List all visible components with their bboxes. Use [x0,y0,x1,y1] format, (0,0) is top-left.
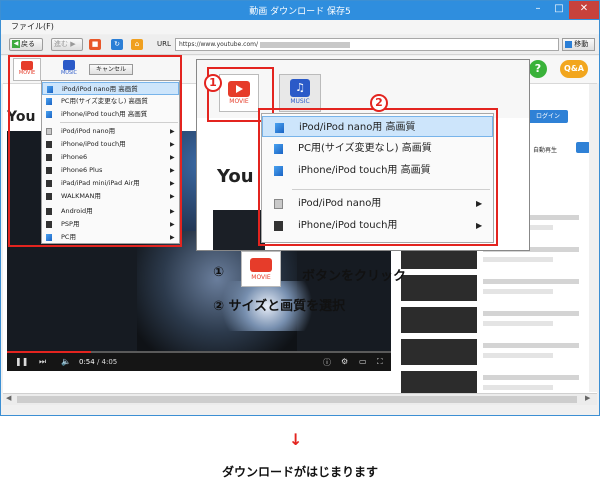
footer-text: ダウンロードがはじまります [221,465,378,479]
instruction-movie-button: MOVIE [241,251,281,287]
vertical-scrollbar[interactable] [589,84,597,392]
scroll-right-icon[interactable]: ▶ [585,394,590,402]
movie-icon [250,258,272,272]
zoom-site-logo: You [217,166,254,187]
back-arrow-icon: ◀ [12,40,20,48]
fullscreen-icon[interactable]: ⛶ [377,357,383,367]
settings-icon[interactable]: ⚙ [341,357,348,366]
pause-icon[interactable]: ❚❚ [15,357,28,366]
time-current: 0:54 [79,358,95,366]
thumbnail [401,339,477,365]
login-button[interactable]: ログイン [528,110,568,123]
theater-icon[interactable]: ▭ [359,357,367,366]
title-line [483,311,579,316]
music-button-zoomed[interactable]: ♫ MUSIC [279,74,321,112]
maximize-icon: □ [554,3,564,14]
autoplay-toggle[interactable] [576,142,590,153]
back-label: 戻る [21,40,35,48]
volume-icon[interactable]: 🔈 [61,357,71,366]
meta-line [483,289,553,294]
meta-line [483,321,553,326]
music-label: MUSIC [290,98,310,105]
help-icon[interactable]: ? [529,60,547,78]
title-line [483,343,579,348]
go-button[interactable]: 移動 [562,38,595,51]
menu-bar: ファイル(F) [1,20,599,34]
movie-label: MOVIE [251,274,271,281]
nav-bar: ◀ 戻る 進む ▶ ■ ↻ ⌂ URL https://www.youtube.c… [1,35,599,55]
step-2-text: ② サイズと画質を選択 [213,299,346,314]
thumbnail [401,307,477,333]
url-input[interactable]: https://www.youtube.com/ [175,38,559,51]
down-arrow-icon: ↓ [289,430,303,449]
horizontal-scrollbar[interactable]: ◀ ▶ [3,393,597,405]
step-1-number: ① [213,265,225,280]
minimize-button[interactable]: – [527,1,549,19]
qa-icon[interactable]: Q&A [560,60,588,78]
menu-file[interactable]: ファイル(F) [11,21,54,32]
url-value: https://www.youtube.com/ [179,41,259,48]
meta-line [483,385,553,390]
info-icon[interactable]: ⓘ [323,357,331,368]
thumbnail [401,275,477,301]
next-icon[interactable]: ⏭ [39,357,46,367]
autoplay-label: 自動再生 [533,147,558,154]
music-icon: ♫ [290,79,310,97]
forward-label: 進む [54,40,68,48]
window-title: 動画 ダウンロード 保存5 [249,7,351,17]
close-icon: ✕ [579,3,589,14]
home-icon[interactable]: ⌂ [131,39,143,50]
meta-line [483,257,553,262]
highlight-menu [258,108,498,246]
close-button[interactable]: ✕ [569,1,599,19]
time-total: / 4:05 [94,358,118,366]
step-1-badge: 1 [204,74,222,92]
title-line [483,375,579,380]
url-blurred [260,41,351,48]
player-time: 0:54 / 4:05 [79,358,117,366]
list-item[interactable] [401,339,591,365]
step-1-text: ボタンをクリック [302,269,407,284]
stop-icon[interactable]: ■ [89,39,101,50]
list-item[interactable] [401,307,591,333]
title-line [483,279,579,284]
scroll-left-icon[interactable]: ◀ [6,394,11,402]
maximize-button[interactable]: □ [549,1,569,19]
scrollbar-thumb[interactable] [17,396,577,403]
go-label: 移動 [574,40,589,48]
url-label: URL [157,40,171,48]
reload-icon[interactable]: ↻ [111,39,123,50]
list-item[interactable] [401,275,591,301]
forward-button[interactable]: 進む ▶ [51,38,83,51]
step-2-badge: 2 [370,94,388,112]
title-bar: 動画 ダウンロード 保存5 – □ ✕ [1,1,599,20]
go-arrow-icon [565,40,572,48]
back-button[interactable]: ◀ 戻る [9,38,43,51]
highlight-frame [8,55,182,247]
minimize-icon: – [535,3,541,14]
meta-line [483,353,553,358]
